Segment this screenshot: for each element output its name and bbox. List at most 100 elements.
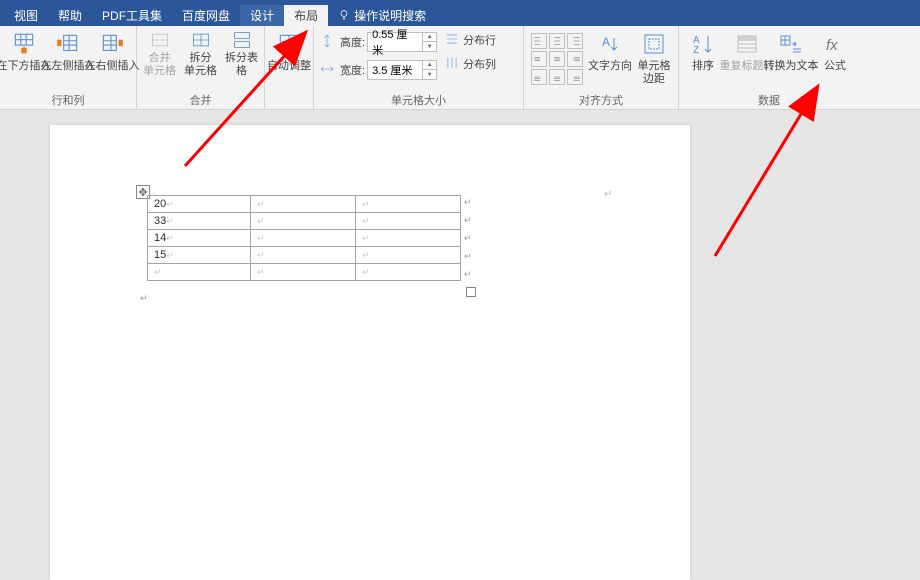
merge-cells-button[interactable]: 合并单元格 xyxy=(139,28,180,80)
table-row: 20↵ ↵ ↵ xyxy=(148,196,461,213)
svg-text:fx: fx xyxy=(826,37,838,54)
group-cell-size: 高度: 0.55 厘米 ▲▼ 宽度: 3.5 厘米 ▲▼ xyxy=(314,26,524,109)
menu-bar: 视图 帮助 PDF工具集 百度网盘 设计 布局 操作说明搜索 xyxy=(0,4,920,26)
sort-button[interactable]: AZ 排序 xyxy=(681,28,725,75)
width-input[interactable]: 3.5 厘米 ▲▼ xyxy=(367,60,437,80)
table-cell[interactable]: ↵ xyxy=(251,247,356,264)
menu-help[interactable]: 帮助 xyxy=(48,5,92,26)
table-insert-below-icon xyxy=(10,30,38,58)
align-grid-button[interactable] xyxy=(531,33,547,49)
split-table-icon xyxy=(232,30,252,50)
group-data-label: 数据 xyxy=(681,90,857,109)
insert-left-button[interactable]: 在左侧插入 xyxy=(46,28,90,75)
document-page: ✥ ↵ 20↵ ↵ ↵ 33↵ ↵ ↵ 14↵ ↵ ↵ 15↵ ↵ ↵ ↵ ↵ … xyxy=(50,125,690,580)
formula-label: 公式 xyxy=(824,60,846,73)
width-spinner[interactable]: ▲▼ xyxy=(422,61,436,79)
table-cell[interactable]: 20↵ xyxy=(148,196,251,213)
insert-below-button[interactable]: 在下方插入 xyxy=(2,28,46,75)
height-label: 高度: xyxy=(340,34,365,50)
distribute-rows-label: 分布行 xyxy=(463,32,496,48)
align-grid-button[interactable] xyxy=(549,33,565,49)
split-cells-label: 拆分单元格 xyxy=(184,52,217,78)
align-grid-button[interactable] xyxy=(531,69,547,85)
split-cells-button[interactable]: 拆分单元格 xyxy=(180,28,221,80)
table-cell[interactable]: ↵ xyxy=(356,213,461,230)
menu-pdf-tools[interactable]: PDF工具集 xyxy=(92,5,172,26)
menu-layout[interactable]: 布局 xyxy=(284,5,328,26)
merge-cells-icon xyxy=(150,30,170,50)
distribute-cols-button[interactable]: 分布列 xyxy=(445,56,496,72)
align-grid-button[interactable] xyxy=(567,69,583,85)
split-table-button[interactable]: 拆分表格 xyxy=(221,28,262,80)
menu-baidu-disk[interactable]: 百度网盘 xyxy=(172,5,240,26)
table-cell[interactable]: 14↵ xyxy=(148,230,251,247)
paragraph-mark: ↵ xyxy=(140,293,148,304)
align-grid-button[interactable] xyxy=(549,69,565,85)
table-cell[interactable]: 33↵ xyxy=(148,213,251,230)
table-cell[interactable]: 15↵ xyxy=(148,247,251,264)
align-grid-button[interactable] xyxy=(567,33,583,49)
table-cell[interactable]: ↵ xyxy=(356,247,461,264)
row-end-mark: ↵ xyxy=(464,269,472,280)
menu-design[interactable]: 设计 xyxy=(240,5,284,26)
cell-margins-label: 单元格边距 xyxy=(638,60,671,86)
width-label: 宽度: xyxy=(340,62,365,78)
ribbon: 在下方插入 在左侧插入 在右侧插入 行和列 合 xyxy=(0,26,920,110)
tell-me-label: 操作说明搜索 xyxy=(354,7,426,24)
autofit-icon xyxy=(275,30,303,58)
table-cell[interactable]: ↵ xyxy=(356,196,461,213)
group-rows-cols: 在下方插入 在左侧插入 在右侧插入 行和列 xyxy=(0,26,137,109)
group-autofit: 自动调整 xyxy=(265,26,314,109)
distribute-cols-icon xyxy=(445,56,461,72)
cell-margins-button[interactable]: 单元格边距 xyxy=(632,28,676,88)
group-merge-label: 合并 xyxy=(139,90,262,109)
text-dir-label: 文字方向 xyxy=(588,60,632,73)
convert-text-button[interactable]: 转换为文本 xyxy=(769,28,813,75)
table-insert-right-icon xyxy=(98,30,126,58)
table-cell[interactable]: ↵ xyxy=(251,213,356,230)
menu-tell-me[interactable]: 操作说明搜索 xyxy=(328,5,436,26)
paragraph-mark: ↵ xyxy=(604,189,612,200)
row-end-mark: ↵ xyxy=(464,215,472,226)
table-cell[interactable]: ↵ xyxy=(356,230,461,247)
table-cell[interactable]: ↵ xyxy=(251,196,356,213)
formula-icon: fx xyxy=(821,30,849,58)
distribute-rows-button[interactable]: 分布行 xyxy=(445,32,496,48)
repeat-header-button[interactable]: 重复标题行 xyxy=(725,28,769,75)
table-resize-handle[interactable] xyxy=(466,287,476,297)
table-cell[interactable]: ↵ xyxy=(356,264,461,281)
convert-text-icon xyxy=(777,30,805,58)
text-direction-icon: A xyxy=(596,30,624,58)
col-width-icon xyxy=(320,62,336,78)
menu-view[interactable]: 视图 xyxy=(4,5,48,26)
row-end-mark: ↵ xyxy=(464,251,472,262)
group-rows-cols-label: 行和列 xyxy=(2,90,134,109)
lightbulb-icon xyxy=(338,9,350,21)
height-spinner[interactable]: ▲▼ xyxy=(422,33,436,51)
row-end-mark: ↵ xyxy=(464,233,472,244)
sort-label: 排序 xyxy=(692,60,714,73)
height-value: 0.55 厘米 xyxy=(368,26,422,58)
formula-button[interactable]: fx 公式 xyxy=(813,28,857,75)
table-cell[interactable]: ↵ xyxy=(148,264,251,281)
align-grid-button[interactable] xyxy=(531,51,547,67)
table-insert-left-icon xyxy=(54,30,82,58)
height-input[interactable]: 0.55 厘米 ▲▼ xyxy=(367,32,437,52)
table-cell[interactable]: ↵ xyxy=(251,230,356,247)
align-grid-button[interactable] xyxy=(567,51,583,67)
svg-text:Z: Z xyxy=(693,45,699,56)
document-table[interactable]: 20↵ ↵ ↵ 33↵ ↵ ↵ 14↵ ↵ ↵ 15↵ ↵ ↵ ↵ ↵ ↵ xyxy=(147,195,461,281)
align-grid-button[interactable] xyxy=(549,51,565,67)
distribute-rows-icon xyxy=(445,32,461,48)
group-merge: 合并单元格 拆分单元格 拆分表格 合并 xyxy=(137,26,265,109)
table-cell[interactable]: ↵ xyxy=(251,264,356,281)
row-end-mark: ↵ xyxy=(464,197,472,208)
width-value: 3.5 厘米 xyxy=(368,62,422,78)
group-cell-size-label: 单元格大小 xyxy=(316,90,521,109)
split-cells-icon xyxy=(191,30,211,50)
merge-cells-label: 合并单元格 xyxy=(143,52,176,78)
text-direction-button[interactable]: A 文字方向 xyxy=(588,28,632,75)
insert-right-button[interactable]: 在右侧插入 xyxy=(90,28,134,75)
autofit-button[interactable]: 自动调整 xyxy=(267,28,311,75)
autofit-label: 自动调整 xyxy=(267,60,311,73)
